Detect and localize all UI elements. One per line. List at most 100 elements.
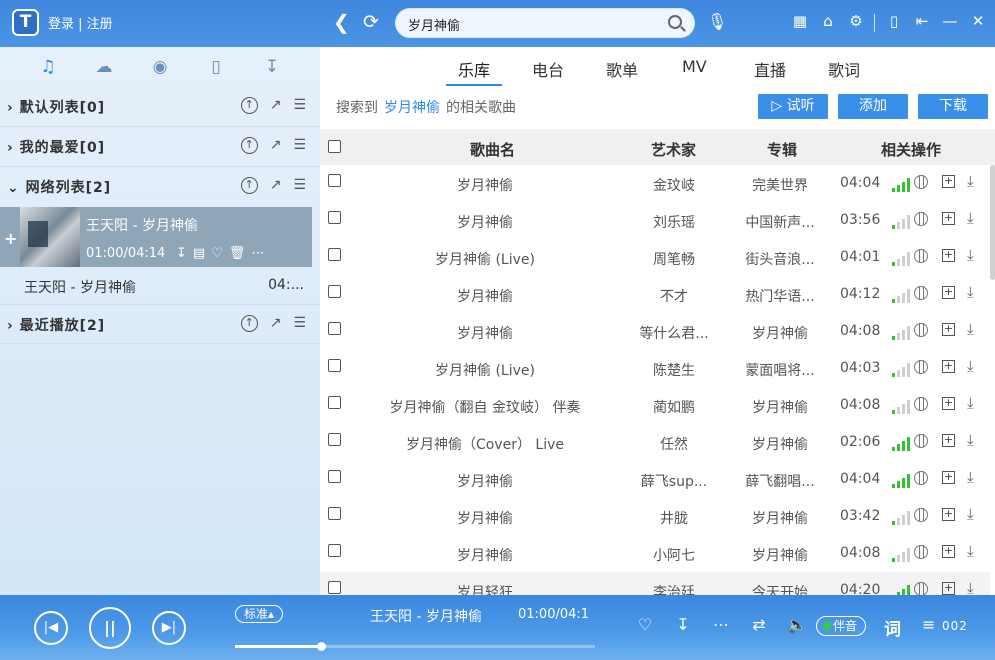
- now-playing-item[interactable]: + 王天阳 - 岁月神偷 01:00/04:14 ↧ ▤ ♡ 🗑 ⋯: [0, 207, 312, 267]
- globe-icon[interactable]: [914, 360, 928, 374]
- tab-lyrics[interactable]: 歌词: [828, 57, 860, 81]
- tab-mv[interactable]: MV: [682, 57, 707, 76]
- mv-icon[interactable]: ▤: [193, 246, 205, 261]
- table-row[interactable]: 岁月轻狂 李治廷 今天开始 04:20 + ⤓: [320, 572, 990, 595]
- album-name[interactable]: 街头音浪...: [740, 249, 820, 269]
- download-icon[interactable]: ⤓: [967, 320, 974, 338]
- repeat-icon[interactable]: ⇄: [740, 615, 778, 634]
- artist-name[interactable]: 井胧: [634, 508, 714, 528]
- add-to-list-icon[interactable]: +: [942, 360, 955, 373]
- menu-icon[interactable]: ☰: [293, 137, 306, 154]
- playlist-default[interactable]: › 默认列表[0] ↑ ↗ ☰: [0, 87, 320, 127]
- more-icon[interactable]: ⋯: [702, 615, 740, 634]
- album-name[interactable]: 岁月神偷: [740, 508, 820, 528]
- tab-radio[interactable]: 电台: [532, 57, 564, 81]
- album-name[interactable]: 岁月神偷: [740, 397, 820, 417]
- share-icon[interactable]: ↗: [270, 97, 282, 114]
- listen-button[interactable]: ▷ 试听: [758, 94, 828, 119]
- artist-name[interactable]: 任然: [634, 434, 714, 454]
- next-button[interactable]: ▶|: [152, 611, 186, 645]
- playlist-recent[interactable]: › 最近播放[2] ↑ ↗ ☰: [0, 304, 320, 344]
- playlist-queue-icon[interactable]: ≡: [922, 615, 935, 634]
- upload-icon[interactable]: ↑: [240, 137, 258, 154]
- microphone-icon[interactable]: 🎙: [707, 12, 727, 31]
- volume-icon[interactable]: 🔈: [778, 615, 816, 634]
- delete-icon[interactable]: 🗑: [229, 246, 246, 261]
- table-row[interactable]: 岁月神偷 小阿七 岁月神偷 04:08 + ⤓: [320, 535, 990, 572]
- song-name[interactable]: 岁月神偷: [320, 471, 650, 491]
- add-to-list-icon[interactable]: +: [942, 323, 955, 336]
- globe-icon[interactable]: [914, 175, 928, 189]
- share-icon[interactable]: ↗: [270, 137, 282, 154]
- minimize-icon[interactable]: —: [936, 12, 964, 30]
- menu-icon[interactable]: ☰: [293, 177, 306, 194]
- song-name[interactable]: 岁月神偷（Cover） Live: [320, 434, 650, 454]
- share-icon[interactable]: ↗: [270, 315, 282, 332]
- globe-icon[interactable]: [914, 323, 928, 337]
- download-icon[interactable]: ⤓: [967, 283, 974, 301]
- add-to-list-icon[interactable]: +: [942, 471, 955, 484]
- artist-name[interactable]: 等什么君...: [634, 323, 714, 343]
- heart-icon[interactable]: ♡: [211, 246, 223, 261]
- list-item[interactable]: 王天阳 - 岁月神偷 04:...: [0, 267, 312, 305]
- download-icon[interactable]: ⤓: [967, 357, 974, 375]
- close-icon[interactable]: ✕: [964, 12, 992, 30]
- mini-mode-icon[interactable]: ▯: [880, 12, 908, 30]
- add-icon[interactable]: +: [4, 229, 17, 248]
- playlist-network[interactable]: ⌄ 网络列表[2] ↑ ↗ ☰: [0, 167, 320, 207]
- upload-icon[interactable]: ↑: [240, 177, 258, 194]
- table-row[interactable]: 岁月神偷（翻自 金玟岐） 伴奏 蔺如鹏 岁月神偷 04:08 + ⤓: [320, 387, 990, 424]
- artist-name[interactable]: 陈楚生: [634, 360, 714, 380]
- table-row[interactable]: 岁月神偷 不才 热门华语... 04:12 + ⤓: [320, 276, 990, 313]
- album-name[interactable]: 蒙面唱将...: [740, 360, 820, 380]
- add-to-list-icon[interactable]: +: [942, 286, 955, 299]
- table-row[interactable]: 岁月神偷 刘乐瑶 中国新声... 03:56 + ⤓: [320, 202, 990, 239]
- artist-name[interactable]: 薛飞sup...: [634, 471, 714, 491]
- menu-icon[interactable]: ☰: [293, 315, 306, 332]
- search-icon[interactable]: [668, 15, 682, 29]
- globe-icon[interactable]: [914, 508, 928, 522]
- download-icon[interactable]: ↧: [664, 615, 702, 634]
- settings-icon[interactable]: ⚙: [842, 12, 870, 30]
- progress-knob[interactable]: [317, 642, 326, 651]
- artist-name[interactable]: 小阿七: [634, 545, 714, 565]
- device-icon[interactable]: ▯: [196, 57, 236, 77]
- album-name[interactable]: 完美世界: [740, 175, 820, 195]
- song-name[interactable]: 岁月神偷 (Live): [320, 360, 650, 380]
- radio-icon[interactable]: ◉: [140, 57, 180, 77]
- table-row[interactable]: 岁月神偷 金玟岐 完美世界 04:04 + ⤓: [320, 165, 990, 202]
- back-icon[interactable]: ❮: [333, 10, 350, 34]
- album-name[interactable]: 今天开始: [740, 582, 820, 595]
- add-to-list-icon[interactable]: +: [942, 508, 955, 521]
- song-name[interactable]: 岁月神偷: [320, 508, 650, 528]
- song-name[interactable]: 岁月神偷: [320, 323, 650, 343]
- artist-name[interactable]: 不才: [634, 286, 714, 306]
- download-icon[interactable]: ⤓: [967, 505, 974, 523]
- playlist-favorites[interactable]: › 我的最爱[0] ↑ ↗ ☰: [0, 127, 320, 167]
- download-icon[interactable]: ⤓: [967, 579, 974, 595]
- quality-selector[interactable]: 标准▴: [235, 605, 283, 623]
- globe-icon[interactable]: [914, 249, 928, 263]
- previous-button[interactable]: |◀: [34, 611, 68, 645]
- download-icon[interactable]: ↧: [252, 57, 292, 77]
- collapse-icon[interactable]: ⇤: [908, 12, 936, 30]
- globe-icon[interactable]: [914, 286, 928, 300]
- upload-icon[interactable]: ↑: [240, 315, 258, 332]
- tab-playlists[interactable]: 歌单: [606, 57, 638, 81]
- song-name[interactable]: 岁月神偷: [320, 545, 650, 565]
- globe-icon[interactable]: [914, 582, 928, 595]
- download-icon[interactable]: ⤓: [967, 468, 974, 486]
- add-to-list-icon[interactable]: +: [942, 397, 955, 410]
- download-icon[interactable]: ⤓: [967, 431, 974, 449]
- globe-icon[interactable]: [914, 434, 928, 448]
- table-row[interactable]: 岁月神偷 井胧 岁月神偷 03:42 + ⤓: [320, 498, 990, 535]
- music-icon[interactable]: ♫: [28, 57, 68, 77]
- download-icon[interactable]: ⤓: [967, 542, 974, 560]
- add-to-list-icon[interactable]: +: [942, 582, 955, 595]
- lyrics-button[interactable]: 词: [884, 615, 901, 640]
- accompaniment-toggle[interactable]: 伴音: [816, 616, 866, 636]
- table-row[interactable]: 岁月神偷 (Live) 周笔畅 街头音浪... 04:01 + ⤓: [320, 239, 990, 276]
- artist-name[interactable]: 金玟岐: [634, 175, 714, 195]
- add-to-list-icon[interactable]: +: [942, 212, 955, 225]
- add-to-list-icon[interactable]: +: [942, 545, 955, 558]
